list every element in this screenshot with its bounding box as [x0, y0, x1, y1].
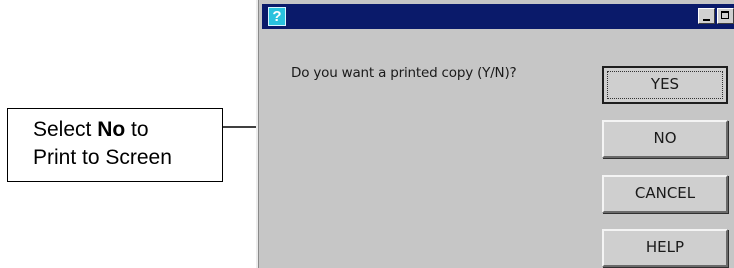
help-button[interactable]: HELP [602, 229, 728, 267]
callout-line-2: Print to Screen [33, 146, 172, 169]
print-dialog: ? x Do you want a printed copy (Y/N)? YE… [256, 0, 734, 268]
maximize-icon[interactable] [717, 8, 734, 24]
minimize-icon[interactable] [698, 8, 715, 24]
callout-box: Select No to Print to Screen [7, 108, 223, 182]
question-help-icon: ? [268, 7, 286, 26]
callout-text-before: Select [33, 118, 98, 141]
no-button[interactable]: NO [602, 120, 728, 158]
title-bar[interactable]: ? x [262, 4, 734, 29]
callout-line-1: Select No to [33, 116, 222, 144]
cancel-button[interactable]: CANCEL [602, 175, 728, 213]
cancel-button-label: CANCEL [634, 184, 696, 202]
no-button-label: NO [653, 129, 677, 147]
yes-button[interactable]: YES [602, 66, 728, 104]
callout-text-after: to [125, 118, 149, 141]
focus-rect [607, 71, 723, 99]
callout-text-bold: No [97, 118, 126, 141]
help-button-label: HELP [645, 238, 685, 256]
dialog-question: Do you want a printed copy (Y/N)? [291, 65, 517, 81]
